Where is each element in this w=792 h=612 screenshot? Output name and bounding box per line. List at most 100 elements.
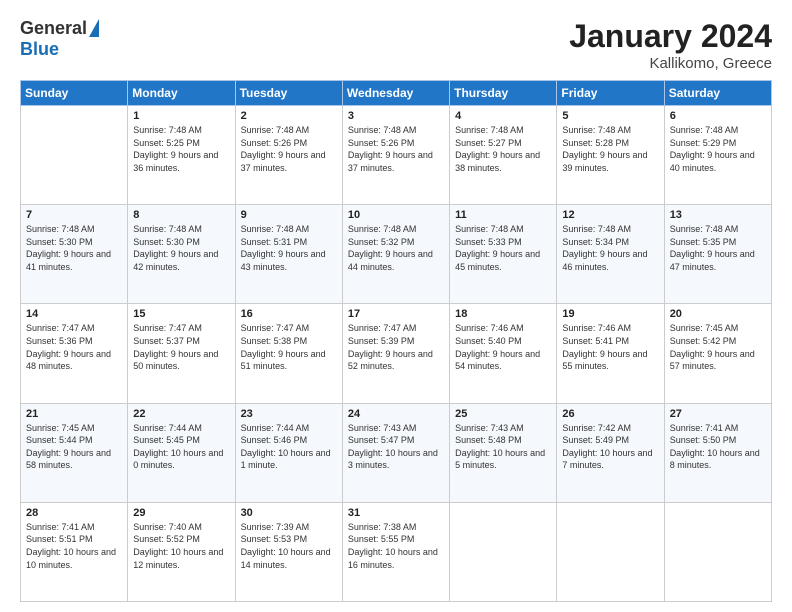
calendar-cell: 17 Sunrise: 7:47 AMSunset: 5:39 PMDayligh… xyxy=(342,304,449,403)
day-info: Sunrise: 7:45 AMSunset: 5:42 PMDaylight:… xyxy=(670,322,766,372)
header-friday: Friday xyxy=(557,81,664,106)
calendar-cell xyxy=(21,106,128,205)
day-number: 4 xyxy=(455,110,551,122)
calendar-cell: 20 Sunrise: 7:45 AMSunset: 5:42 PMDayligh… xyxy=(664,304,771,403)
day-info: Sunrise: 7:48 AMSunset: 5:30 PMDaylight:… xyxy=(26,223,122,273)
day-info: Sunrise: 7:41 AMSunset: 5:50 PMDaylight:… xyxy=(670,422,766,472)
logo-triangle-icon xyxy=(89,19,99,37)
page: General Blue January 2024 Kallikomo, Gre… xyxy=(0,0,792,612)
day-info: Sunrise: 7:48 AMSunset: 5:25 PMDaylight:… xyxy=(133,124,229,174)
day-number: 11 xyxy=(455,209,551,221)
calendar-cell: 27 Sunrise: 7:41 AMSunset: 5:50 PMDayligh… xyxy=(664,403,771,502)
calendar-cell: 23 Sunrise: 7:44 AMSunset: 5:46 PMDayligh… xyxy=(235,403,342,502)
day-number: 10 xyxy=(348,209,444,221)
day-info: Sunrise: 7:48 AMSunset: 5:28 PMDaylight:… xyxy=(562,124,658,174)
week-row-3: 21 Sunrise: 7:45 AMSunset: 5:44 PMDayligh… xyxy=(21,403,772,502)
day-info: Sunrise: 7:44 AMSunset: 5:45 PMDaylight:… xyxy=(133,422,229,472)
day-number: 6 xyxy=(670,110,766,122)
calendar-cell: 7Sunrise: 7:48 AMSunset: 5:30 PMDaylight… xyxy=(21,205,128,304)
calendar-cell: 24 Sunrise: 7:43 AMSunset: 5:47 PMDayligh… xyxy=(342,403,449,502)
day-number: 18 xyxy=(455,308,551,320)
calendar-cell: 26 Sunrise: 7:42 AMSunset: 5:49 PMDayligh… xyxy=(557,403,664,502)
header: General Blue January 2024 Kallikomo, Gre… xyxy=(20,18,772,72)
week-row-0: 1Sunrise: 7:48 AMSunset: 5:25 PMDaylight… xyxy=(21,106,772,205)
day-number: 20 xyxy=(670,308,766,320)
calendar-cell: 30 Sunrise: 7:39 AMSunset: 5:53 PMDayligh… xyxy=(235,502,342,601)
day-info: Sunrise: 7:40 AMSunset: 5:52 PMDaylight:… xyxy=(133,521,229,571)
day-info: Sunrise: 7:44 AMSunset: 5:46 PMDaylight:… xyxy=(241,422,337,472)
day-number: 8 xyxy=(133,209,229,221)
day-info: Sunrise: 7:43 AMSunset: 5:48 PMDaylight:… xyxy=(455,422,551,472)
calendar-cell: 25 Sunrise: 7:43 AMSunset: 5:48 PMDayligh… xyxy=(450,403,557,502)
calendar-cell: 13 Sunrise: 7:48 AMSunset: 5:35 PMDayligh… xyxy=(664,205,771,304)
day-info: Sunrise: 7:48 AMSunset: 5:30 PMDaylight:… xyxy=(133,223,229,273)
calendar-cell: 16 Sunrise: 7:47 AMSunset: 5:38 PMDayligh… xyxy=(235,304,342,403)
day-info: Sunrise: 7:48 AMSunset: 5:35 PMDaylight:… xyxy=(670,223,766,273)
day-info: Sunrise: 7:48 AMSunset: 5:27 PMDaylight:… xyxy=(455,124,551,174)
calendar-cell: 18 Sunrise: 7:46 AMSunset: 5:40 PMDayligh… xyxy=(450,304,557,403)
day-number: 12 xyxy=(562,209,658,221)
day-number: 21 xyxy=(26,408,122,420)
day-number: 19 xyxy=(562,308,658,320)
calendar-cell: 21 Sunrise: 7:45 AMSunset: 5:44 PMDayligh… xyxy=(21,403,128,502)
logo-general: General xyxy=(20,18,87,39)
calendar-cell: 19 Sunrise: 7:46 AMSunset: 5:41 PMDayligh… xyxy=(557,304,664,403)
calendar-cell: 14Sunrise: 7:47 AMSunset: 5:36 PMDayligh… xyxy=(21,304,128,403)
header-sunday: Sunday xyxy=(21,81,128,106)
day-info: Sunrise: 7:39 AMSunset: 5:53 PMDaylight:… xyxy=(241,521,337,571)
header-monday: Monday xyxy=(128,81,235,106)
day-info: Sunrise: 7:48 AMSunset: 5:31 PMDaylight:… xyxy=(241,223,337,273)
calendar-cell: 12 Sunrise: 7:48 AMSunset: 5:34 PMDayligh… xyxy=(557,205,664,304)
week-row-4: 28Sunrise: 7:41 AMSunset: 5:51 PMDayligh… xyxy=(21,502,772,601)
day-number: 25 xyxy=(455,408,551,420)
week-row-2: 14Sunrise: 7:47 AMSunset: 5:36 PMDayligh… xyxy=(21,304,772,403)
calendar-cell xyxy=(664,502,771,601)
day-number: 5 xyxy=(562,110,658,122)
calendar-cell xyxy=(450,502,557,601)
day-info: Sunrise: 7:42 AMSunset: 5:49 PMDaylight:… xyxy=(562,422,658,472)
calendar-cell xyxy=(557,502,664,601)
calendar-cell: 22Sunrise: 7:44 AMSunset: 5:45 PMDayligh… xyxy=(128,403,235,502)
header-thursday: Thursday xyxy=(450,81,557,106)
day-info: Sunrise: 7:48 AMSunset: 5:34 PMDaylight:… xyxy=(562,223,658,273)
calendar-cell: 6 Sunrise: 7:48 AMSunset: 5:29 PMDaylight… xyxy=(664,106,771,205)
calendar-cell: 5 Sunrise: 7:48 AMSunset: 5:28 PMDaylight… xyxy=(557,106,664,205)
day-number: 2 xyxy=(241,110,337,122)
calendar-header-row: SundayMondayTuesdayWednesdayThursdayFrid… xyxy=(21,81,772,106)
day-number: 31 xyxy=(348,507,444,519)
calendar-cell: 1Sunrise: 7:48 AMSunset: 5:25 PMDaylight… xyxy=(128,106,235,205)
day-info: Sunrise: 7:47 AMSunset: 5:38 PMDaylight:… xyxy=(241,322,337,372)
day-info: Sunrise: 7:48 AMSunset: 5:26 PMDaylight:… xyxy=(348,124,444,174)
calendar-cell: 3Sunrise: 7:48 AMSunset: 5:26 PMDaylight… xyxy=(342,106,449,205)
day-number: 17 xyxy=(348,308,444,320)
day-info: Sunrise: 7:48 AMSunset: 5:29 PMDaylight:… xyxy=(670,124,766,174)
day-number: 26 xyxy=(562,408,658,420)
day-number: 23 xyxy=(241,408,337,420)
day-number: 16 xyxy=(241,308,337,320)
logo-text: General xyxy=(20,18,99,39)
calendar-cell: 2Sunrise: 7:48 AMSunset: 5:26 PMDaylight… xyxy=(235,106,342,205)
day-number: 29 xyxy=(133,507,229,519)
logo-blue: Blue xyxy=(20,39,59,60)
day-info: Sunrise: 7:48 AMSunset: 5:33 PMDaylight:… xyxy=(455,223,551,273)
day-info: Sunrise: 7:45 AMSunset: 5:44 PMDaylight:… xyxy=(26,422,122,472)
day-info: Sunrise: 7:48 AMSunset: 5:32 PMDaylight:… xyxy=(348,223,444,273)
day-info: Sunrise: 7:46 AMSunset: 5:40 PMDaylight:… xyxy=(455,322,551,372)
day-number: 30 xyxy=(241,507,337,519)
calendar-cell: 4 Sunrise: 7:48 AMSunset: 5:27 PMDaylight… xyxy=(450,106,557,205)
header-wednesday: Wednesday xyxy=(342,81,449,106)
calendar-cell: 15 Sunrise: 7:47 AMSunset: 5:37 PMDayligh… xyxy=(128,304,235,403)
calendar-table: SundayMondayTuesdayWednesdayThursdayFrid… xyxy=(20,80,772,602)
day-number: 24 xyxy=(348,408,444,420)
day-number: 27 xyxy=(670,408,766,420)
day-info: Sunrise: 7:47 AMSunset: 5:39 PMDaylight:… xyxy=(348,322,444,372)
day-number: 15 xyxy=(133,308,229,320)
calendar-cell: 31Sunrise: 7:38 AMSunset: 5:55 PMDayligh… xyxy=(342,502,449,601)
day-info: Sunrise: 7:46 AMSunset: 5:41 PMDaylight:… xyxy=(562,322,658,372)
day-info: Sunrise: 7:47 AMSunset: 5:37 PMDaylight:… xyxy=(133,322,229,372)
logo: General Blue xyxy=(20,18,99,60)
day-number: 13 xyxy=(670,209,766,221)
day-info: Sunrise: 7:41 AMSunset: 5:51 PMDaylight:… xyxy=(26,521,122,571)
day-info: Sunrise: 7:43 AMSunset: 5:47 PMDaylight:… xyxy=(348,422,444,472)
week-row-1: 7Sunrise: 7:48 AMSunset: 5:30 PMDaylight… xyxy=(21,205,772,304)
